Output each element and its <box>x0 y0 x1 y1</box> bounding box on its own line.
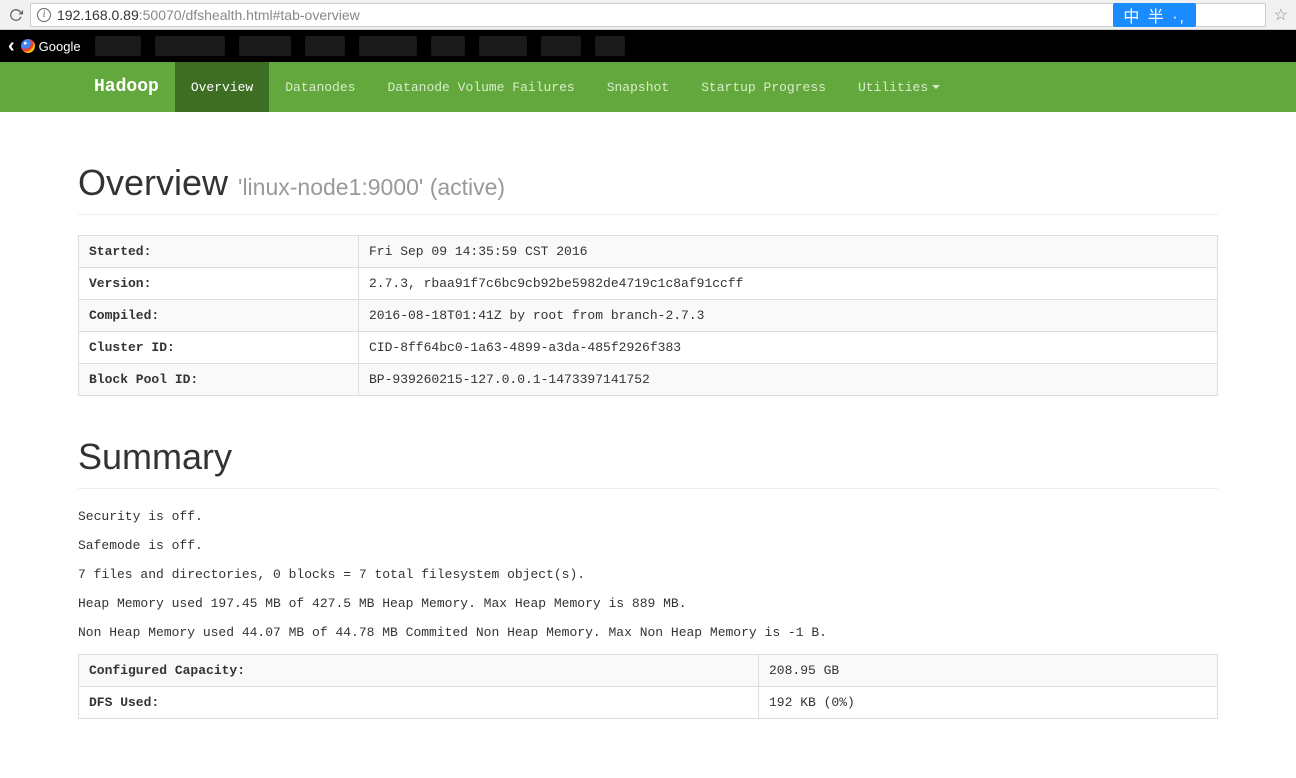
chevron-down-icon <box>932 85 940 89</box>
row-value: CID-8ff64bc0-1a63-4899-a3da-485f2926f383 <box>359 332 1218 364</box>
nav-tab-snapshot[interactable]: Snapshot <box>591 62 685 112</box>
bookmark-item[interactable] <box>359 36 417 56</box>
table-row: Block Pool ID: BP-939260215-127.0.0.1-14… <box>79 364 1218 396</box>
nav-tab-datanode-volume-failures[interactable]: Datanode Volume Failures <box>371 62 590 112</box>
overview-heading: Overview <box>78 162 228 203</box>
site-info-icon[interactable]: i <box>37 8 51 22</box>
google-favicon-icon <box>21 39 35 53</box>
summary-heading: Summary <box>78 436 1218 489</box>
row-label: Compiled: <box>79 300 359 332</box>
bookmark-star-icon[interactable]: ☆ <box>1274 5 1288 25</box>
url-path: :50070/dfshealth.html#tab-overview <box>139 7 360 23</box>
row-label: Version: <box>79 268 359 300</box>
nav-tab-utilities-label: Utilities <box>858 80 928 95</box>
row-label: Started: <box>79 236 359 268</box>
table-row: DFS Used: 192 KB (0%) <box>79 687 1218 719</box>
bookmark-google[interactable]: Google <box>21 39 81 54</box>
bookmark-item[interactable] <box>155 36 225 56</box>
bookmark-item[interactable] <box>431 36 465 56</box>
summary-line: 7 files and directories, 0 blocks = 7 to… <box>78 567 1218 582</box>
summary-line: Safemode is off. <box>78 538 1218 553</box>
nav-tab-utilities[interactable]: Utilities <box>842 62 956 112</box>
summary-line: Security is off. <box>78 509 1218 524</box>
row-value: 2016-08-18T01:41Z by root from branch-2.… <box>359 300 1218 332</box>
nav-tab-datanodes[interactable]: Datanodes <box>269 62 371 112</box>
main-navbar: Hadoop Overview Datanodes Datanode Volum… <box>0 62 1296 112</box>
bookmark-item[interactable] <box>305 36 345 56</box>
summary-line: Heap Memory used 197.45 MB of 427.5 MB H… <box>78 596 1218 611</box>
table-row: Started: Fri Sep 09 14:35:59 CST 2016 <box>79 236 1218 268</box>
main-content: Overview 'linux-node1:9000' (active) Sta… <box>78 162 1218 759</box>
ime-indicator[interactable]: 中 半 ·, <box>1113 3 1196 27</box>
url-input[interactable]: i 192.168.0.89:50070/dfshealth.html#tab-… <box>30 3 1266 27</box>
bookmark-item[interactable] <box>239 36 291 56</box>
bookmark-item[interactable] <box>541 36 581 56</box>
summary-table: Configured Capacity: 208.95 GB DFS Used:… <box>78 654 1218 719</box>
row-value: 2.7.3, rbaa91f7c6bc9cb92be5982de4719c1c8… <box>359 268 1218 300</box>
browser-address-bar: i 192.168.0.89:50070/dfshealth.html#tab-… <box>0 0 1296 30</box>
row-label: DFS Used: <box>79 687 759 719</box>
row-value: BP-939260215-127.0.0.1-1473397141752 <box>359 364 1218 396</box>
overview-subtitle: 'linux-node1:9000' (active) <box>238 174 505 200</box>
row-value: 208.95 GB <box>759 655 1218 687</box>
nav-tab-startup-progress[interactable]: Startup Progress <box>685 62 842 112</box>
summary-text-block: Security is off. Safemode is off. 7 file… <box>78 509 1218 640</box>
url-host: 192.168.0.89 <box>57 7 139 23</box>
row-label: Cluster ID: <box>79 332 359 364</box>
nav-tab-overview[interactable]: Overview <box>175 62 269 112</box>
bookmark-item[interactable] <box>595 36 625 56</box>
bookmark-label: Google <box>39 39 81 54</box>
row-value: 192 KB (0%) <box>759 687 1218 719</box>
row-label: Configured Capacity: <box>79 655 759 687</box>
nav-brand[interactable]: Hadoop <box>78 62 175 112</box>
row-label: Block Pool ID: <box>79 364 359 396</box>
table-row: Version: 2.7.3, rbaa91f7c6bc9cb92be5982d… <box>79 268 1218 300</box>
table-row: Configured Capacity: 208.95 GB <box>79 655 1218 687</box>
table-row: Compiled: 2016-08-18T01:41Z by root from… <box>79 300 1218 332</box>
row-value: Fri Sep 09 14:35:59 CST 2016 <box>359 236 1218 268</box>
page-title: Overview 'linux-node1:9000' (active) <box>78 162 1218 215</box>
table-row: Cluster ID: CID-8ff64bc0-1a63-4899-a3da-… <box>79 332 1218 364</box>
summary-line: Non Heap Memory used 44.07 MB of 44.78 M… <box>78 625 1218 640</box>
bookmark-item[interactable] <box>479 36 527 56</box>
overview-table: Started: Fri Sep 09 14:35:59 CST 2016 Ve… <box>78 235 1218 396</box>
bookmark-item[interactable] <box>95 36 141 56</box>
refresh-icon[interactable] <box>8 7 24 23</box>
history-dropdown-icon[interactable]: ‹ <box>8 35 15 58</box>
bookmarks-bar: ‹ Google <box>0 30 1296 62</box>
